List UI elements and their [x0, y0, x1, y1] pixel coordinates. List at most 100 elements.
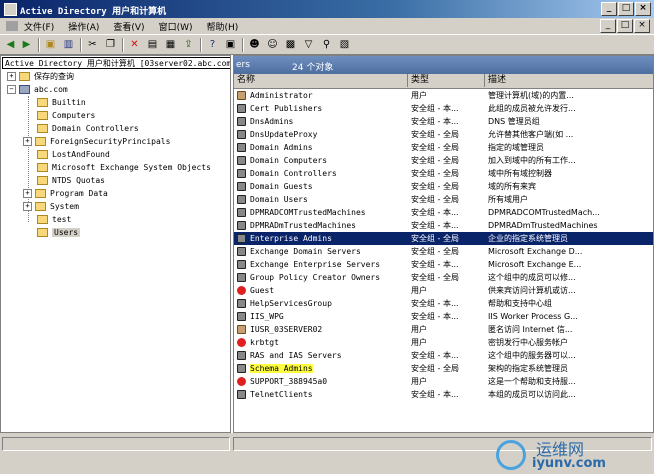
item-name: RAS and IAS Servers — [250, 351, 342, 360]
column-description[interactable]: 描述 — [485, 74, 653, 87]
app-icon[interactable] — [4, 3, 17, 16]
list-item[interactable]: Guest 用户 供来宾访问计算机或访... — [234, 284, 653, 297]
mdi-close-button[interactable]: × — [634, 19, 650, 33]
disabled-user-icon — [237, 286, 246, 295]
list-item[interactable]: TelnetClients 安全组 - 本... 本组的成员可以访问此... — [234, 388, 653, 401]
menu-action[interactable]: 操作(A) — [68, 20, 99, 33]
tree-item-system[interactable]: + System — [23, 200, 79, 213]
list-item[interactable]: krbtgt 用户 密钥发行中心服务帐户 — [234, 336, 653, 349]
group-icon — [237, 299, 246, 308]
properties-icon[interactable]: ▤ — [146, 38, 159, 51]
find-icon[interactable]: ⚲ — [320, 38, 333, 51]
export-list-icon[interactable]: ⇪ — [182, 38, 195, 51]
menu-window[interactable]: 窗口(W) — [159, 20, 193, 33]
item-name: DPMRADCOMTrustedMachines — [250, 208, 366, 217]
list-item[interactable]: Domain Computers 安全组 - 全局 加入到域中的所有工作... — [234, 154, 653, 167]
expand-icon[interactable]: + — [23, 137, 32, 146]
list-item[interactable]: RAS and IAS Servers 安全组 - 本... 这个组中的服务器可以.… — [234, 349, 653, 362]
tree-item-lost-and-found[interactable]: LostAndFound — [37, 148, 110, 161]
menu-bar: 文件(F) 操作(A) 查看(V) 窗口(W) 帮助(H) _ □ × — [0, 18, 654, 34]
item-type: 用户 — [411, 286, 427, 295]
collapse-icon[interactable]: − — [7, 85, 16, 94]
show-tree-icon[interactable]: ▥ — [62, 38, 75, 51]
forward-icon[interactable]: ▶ — [20, 38, 33, 51]
console-icon[interactable] — [6, 21, 18, 31]
maximize-button[interactable]: □ — [618, 2, 634, 16]
console-tree-icon[interactable]: ▣ — [224, 38, 237, 51]
new-group-icon[interactable]: ☺ — [266, 38, 279, 51]
tree-item-saved-queries[interactable]: + 保存的查询 — [7, 70, 74, 83]
list-item[interactable]: Domain Guests 安全组 - 全局 域的所有来宾 — [234, 180, 653, 193]
tree-item-test[interactable]: test — [37, 213, 71, 226]
refresh-icon[interactable]: ▦ — [164, 38, 177, 51]
tree-item-domain-controllers[interactable]: Domain Controllers — [37, 122, 139, 135]
item-name: Exchange Domain Servers — [250, 247, 361, 256]
mdi-minimize-button[interactable]: _ — [600, 19, 616, 33]
menu-help[interactable]: 帮助(H) — [207, 20, 239, 33]
list-item[interactable]: IIS_WPG 安全组 - 本... IIS Worker Process G... — [234, 310, 653, 323]
group-icon — [237, 351, 246, 360]
expand-icon[interactable]: + — [23, 189, 32, 198]
new-ou-icon[interactable]: ▩ — [284, 38, 297, 51]
list-item[interactable]: Cert Publishers 安全组 - 本... 此组的成员被允许发行... — [234, 102, 653, 115]
tree-item-exchange-system-objects[interactable]: Microsoft Exchange System Objects — [37, 161, 211, 174]
item-description: DPMRADmTrustedMachines — [488, 221, 598, 230]
mdi-restore-button[interactable]: □ — [617, 19, 633, 33]
minimize-button[interactable]: _ — [601, 2, 617, 16]
tree-root-item[interactable]: Active Directory 用户和计算机 [03server02.abc.… — [2, 57, 230, 69]
list-item[interactable]: Administrator 用户 管理计算机(域)的内置... — [234, 89, 653, 102]
filter-icon[interactable]: ▽ — [302, 38, 315, 51]
item-description: 企业的指定系统管理员 — [488, 234, 568, 243]
new-user-icon[interactable]: ☻ — [248, 38, 261, 51]
list-item[interactable]: Domain Users 安全组 - 全局 所有域用户 — [234, 193, 653, 206]
item-description: 架构的指定系统管理员 — [488, 364, 568, 373]
cut-icon[interactable]: ✂ — [86, 38, 99, 51]
tree-item-ntds-quotas[interactable]: NTDS Quotas — [37, 174, 105, 187]
item-description: 这个组中的成员可以修... — [488, 273, 576, 282]
list-item[interactable]: Exchange Enterprise Servers 安全组 - 本... Mic… — [234, 258, 653, 271]
tree-item-computers[interactable]: Computers — [37, 109, 95, 122]
list-item[interactable]: DPMRADmTrustedMachines 安全组 - 本... DPMRADmT… — [234, 219, 653, 232]
back-icon[interactable]: ◀ — [4, 38, 17, 51]
item-description: 加入到域中的所有工作... — [488, 156, 576, 165]
expand-icon[interactable]: + — [7, 72, 16, 81]
list-item[interactable]: SUPPORT_388945a0 用户 这是一个帮助和支持服... — [234, 375, 653, 388]
column-type[interactable]: 类型 — [408, 74, 485, 87]
group-icon — [237, 234, 246, 243]
list-item[interactable]: DnsUpdateProxy 安全组 - 全局 允许替其他客户端(如 ... — [234, 128, 653, 141]
copy-icon[interactable]: ❐ — [104, 38, 117, 51]
list-item[interactable]: HelpServicesGroup 安全组 - 本... 帮助和支持中心组 — [234, 297, 653, 310]
tree-item-users[interactable]: Users — [37, 226, 81, 239]
item-name: HelpServicesGroup — [250, 299, 332, 308]
list-item[interactable]: IUSR_03SERVER02 用户 匿名访问 Internet 信... — [234, 323, 653, 336]
watermark: 运维网 iyunv.com — [496, 436, 646, 472]
list-item[interactable]: Group Policy Creator Owners 安全组 - 全局 这个组中的… — [234, 271, 653, 284]
tree-item-foreign-security-principals[interactable]: + ForeignSecurityPrincipals — [23, 135, 170, 148]
expand-icon[interactable]: + — [23, 202, 32, 211]
list-item[interactable]: DnsAdmins 安全组 - 本... DNS 管理员组 — [234, 115, 653, 128]
window-title: Active Directory 用户和计算机 — [20, 7, 167, 17]
delete-icon[interactable]: ✕ — [128, 38, 141, 51]
item-name: Exchange Enterprise Servers — [250, 260, 381, 269]
tree-item-builtin[interactable]: Builtin — [37, 96, 86, 109]
list-item[interactable]: Exchange Domain Servers 安全组 - 全局 Microsoft… — [234, 245, 653, 258]
list-item[interactable]: Domain Controllers 安全组 - 全局 域中所有域控制器 — [234, 167, 653, 180]
column-name[interactable]: 名称 — [234, 74, 408, 87]
list-item[interactable]: Enterprise Admins 安全组 - 全局 企业的指定系统管理员 — [234, 232, 653, 245]
group-icon — [237, 364, 246, 373]
menu-file[interactable]: 文件(F) — [24, 20, 54, 33]
list-item[interactable]: Domain Admins 安全组 - 全局 指定的域管理员 — [234, 141, 653, 154]
menu-view[interactable]: 查看(V) — [113, 20, 144, 33]
list-item[interactable]: Schema Admins 安全组 - 全局 架构的指定系统管理员 — [234, 362, 653, 375]
tree-item-program-data[interactable]: + Program Data — [23, 187, 108, 200]
tree-item-domain[interactable]: − abc.com — [7, 83, 68, 96]
close-button[interactable]: × — [635, 2, 651, 16]
up-folder-icon[interactable]: ▣ — [44, 38, 57, 51]
add-to-group-icon[interactable]: ▧ — [338, 38, 351, 51]
item-name: SUPPORT_388945a0 — [250, 377, 328, 386]
folder-icon — [37, 111, 48, 120]
item-description: 指定的域管理员 — [488, 143, 544, 152]
group-icon — [237, 260, 246, 269]
list-item[interactable]: DPMRADCOMTrustedMachines 安全组 - 本... DPMRAD… — [234, 206, 653, 219]
help-icon[interactable]: ? — [206, 38, 219, 51]
